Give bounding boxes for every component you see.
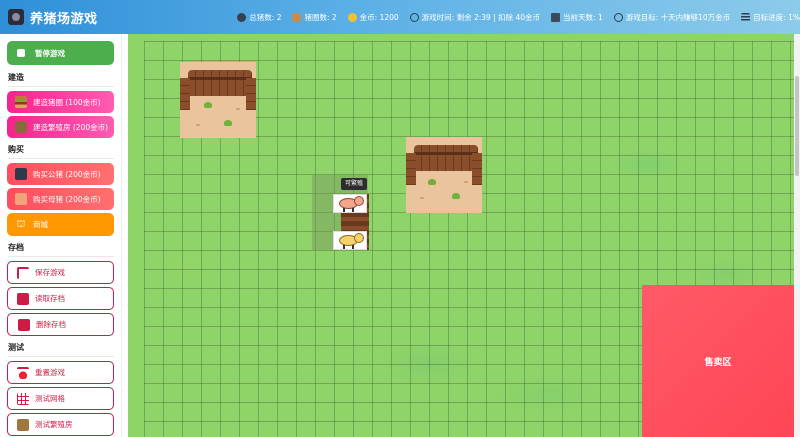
stat-progress-text: 目标进度: 1% [753,12,800,22]
delete-save-label: 删除存档 [36,320,66,329]
shop-icon: ⛫ [16,218,26,230]
reset-icon [17,366,29,379]
target-icon [613,12,623,22]
build-pen-label: 建造猪圈 (100金币) [33,97,101,107]
dirt-speck [420,197,424,199]
save-game-label: 保存游戏 [35,268,65,277]
breeding-house-icon [17,418,29,431]
delete-save-button[interactable]: 删除存档 [7,313,114,336]
coin-icon [347,12,357,22]
shop-button[interactable]: ⛫ 商城 [7,213,114,236]
dirt-speck [464,181,468,183]
farm-field[interactable]: 可繁殖 售卖区 [128,34,794,437]
top-bar: 养猪场游戏 总猪数: 2 猪圈数: 2 金币: 1200 游戏时间: 剩余 2:… [0,0,800,34]
stat-coins-text: 金币: 1200 [359,12,399,22]
stats-bar: 总猪数: 2 猪圈数: 2 金币: 1200 游戏时间: 剩余 2:39 | 扣… [237,12,800,23]
sow-pig[interactable] [333,231,367,250]
buy-sow-label: 购买母猪 (200金币) [33,194,101,204]
calendar-icon [551,12,561,22]
pig-logo-icon [8,9,24,25]
pen-icon [292,12,302,22]
sidebar: 暂停游戏 建造 建造猪圈 (100金币) 建造繁殖房 (200金币) 购买 购买… [0,34,122,437]
pig-head [354,233,364,243]
clock-icon [409,12,419,22]
stat-coins: 金币: 1200 [347,12,399,23]
buy-boar-label: 购买公猪 (200金币) [33,169,101,179]
stat-total-pigs: 总猪数: 2 [237,12,281,23]
build-breeding-house-button[interactable]: 建造繁殖房 (200金币) [7,116,114,138]
fence-right [472,153,482,185]
test-grid-label: 测试网格 [35,394,65,403]
load-save-label: 读取存档 [35,294,65,303]
grass-tuft [428,179,436,185]
section-title-buy: 购买 [8,144,114,159]
boar-pig[interactable] [333,194,367,213]
section-title-test: 测试 [8,342,114,357]
load-save-button[interactable]: 读取存档 [7,287,114,310]
build-pen-button[interactable]: 建造猪圈 (100金币) [7,91,114,113]
section-title-save: 存档 [8,242,114,257]
pig-leg [343,208,345,212]
buy-sow-button[interactable]: 购买母猪 (200金币) [7,188,114,210]
fence-left [406,153,416,185]
pig-leg [352,245,354,249]
fence-left [180,78,190,110]
stat-pen-count: 猪圈数: 2 [292,12,337,23]
pig-pen[interactable] [406,137,482,213]
stat-pen-count-text: 猪圈数: 2 [304,12,337,22]
pig-leg [343,245,345,249]
sell-zone-label: 售卖区 [704,357,732,368]
save-icon [17,266,29,279]
breeding-house-icon [15,121,27,133]
pig-head [354,196,364,206]
stat-game-time: 游戏时间: 剩余 2:39 | 扣除 40金币 [409,12,541,23]
test-grid-button[interactable]: 测试网格 [7,387,114,410]
pause-game-button[interactable]: 暂停游戏 [7,41,114,65]
pig-icon [237,12,247,22]
scrollbar-thumb[interactable] [795,76,799,176]
stop-icon [17,49,25,57]
fence-right [246,78,256,110]
stat-goal: 游戏目标: 十天内赚够10万金币 [613,12,731,23]
shop-label: 商城 [33,220,48,229]
fence-back [414,145,478,171]
stat-progress: 目标进度: 1% [741,12,800,23]
sow-icon [15,193,27,205]
grass-tuft [204,102,212,108]
trash-icon [18,318,30,331]
test-breeding-house-button[interactable]: 测试繁殖房 [7,413,114,436]
save-game-button[interactable]: 保存游戏 [7,261,114,284]
stat-game-time-text: 游戏时间: 剩余 2:39 | 扣除 40金币 [421,12,541,22]
grass-tuft [452,193,460,199]
breedable-tooltip: 可繁殖 [341,178,368,190]
pause-game-label: 暂停游戏 [35,48,65,58]
folder-icon [17,292,29,305]
stat-total-pigs-text: 总猪数: 2 [249,12,282,22]
dirt-speck [196,124,200,126]
brand: 养猪场游戏 [0,8,237,27]
section-title-build: 建造 [8,72,114,87]
scrollbar[interactable] [794,34,800,437]
grass-tuft [224,120,232,126]
pig-leg [352,208,354,212]
boar-icon [15,168,27,180]
stat-current-day: 当前天数: 1 [551,12,603,23]
stat-current-day-text: 当前天数: 1 [563,12,603,22]
reset-game-button[interactable]: 重置游戏 [7,361,114,384]
pen-icon [15,96,27,108]
build-breeding-house-label: 建造繁殖房 (200金币) [33,122,109,132]
test-breeding-house-label: 测试繁殖房 [35,420,73,429]
stat-goal-text: 游戏目标: 十天内赚够10万金币 [625,12,731,22]
sell-zone[interactable]: 售卖区 [642,285,794,437]
progress-icon [741,12,751,22]
pig-pen[interactable] [180,62,256,138]
dirt-speck [236,108,240,110]
buy-boar-button[interactable]: 购买公猪 (200金币) [7,163,114,185]
fence-back [188,70,252,96]
app-title: 养猪场游戏 [30,11,98,27]
grid-icon [17,392,29,405]
reset-game-label: 重置游戏 [35,368,65,377]
